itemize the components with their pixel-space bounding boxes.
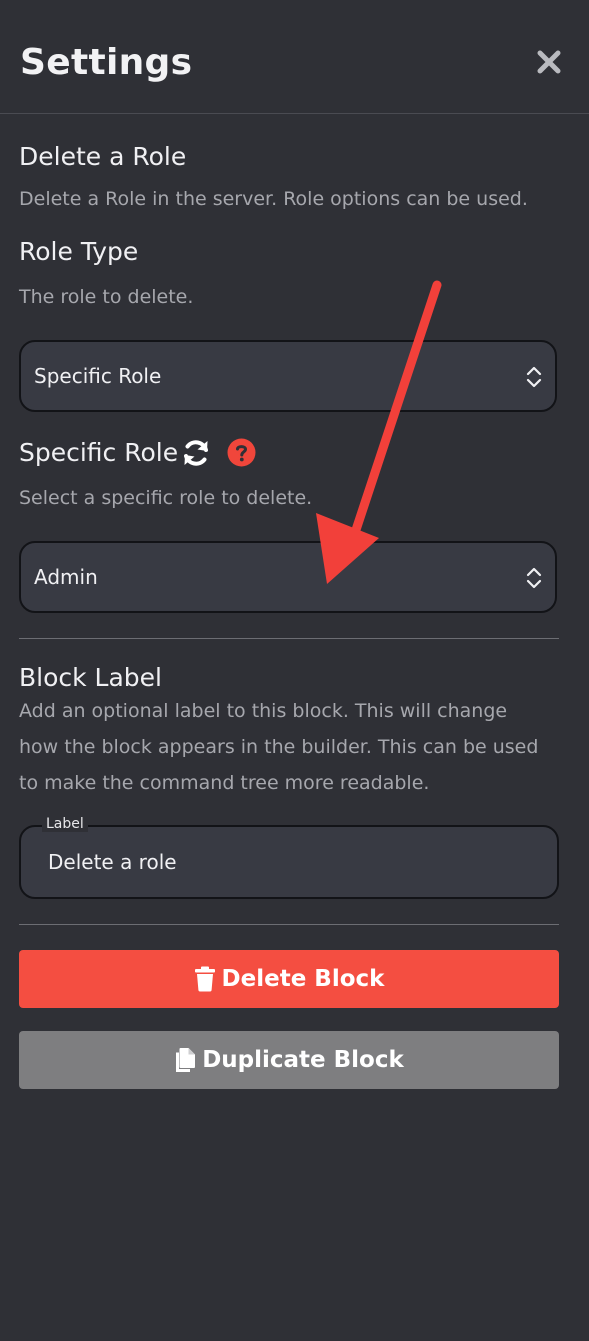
- specific-role-value: Admin: [34, 565, 98, 589]
- question-circle-icon[interactable]: [227, 438, 256, 467]
- block-label-description-line: Add an optional label to this block. Thi…: [19, 700, 508, 722]
- specific-role-title-text: Specific Role: [19, 438, 179, 467]
- refresh-icon[interactable]: [180, 437, 212, 469]
- select-caret-icon: [525, 567, 543, 589]
- panel-title: Settings: [20, 42, 193, 83]
- duplicate-block-label: Duplicate Block: [202, 1047, 404, 1073]
- settings-panel: Settings Delete a Role Delete a Role in …: [0, 0, 589, 1341]
- copy-icon: [176, 1047, 196, 1072]
- label-field-legend: Label: [42, 816, 88, 832]
- block-title: Delete a Role: [19, 142, 187, 171]
- delete-block-button[interactable]: Delete Block: [19, 950, 559, 1008]
- settings-header: Settings: [0, 0, 589, 114]
- label-input[interactable]: [48, 848, 528, 876]
- block-description: Delete a Role in the server. Role option…: [19, 188, 528, 210]
- trash-icon: [194, 966, 215, 992]
- label-field[interactable]: [19, 825, 559, 899]
- role-type-value: Specific Role: [34, 364, 162, 388]
- section-divider: [19, 638, 559, 639]
- close-icon[interactable]: [534, 47, 564, 77]
- block-label-title: Block Label: [19, 663, 163, 692]
- specific-role-select[interactable]: Admin: [19, 541, 557, 613]
- specific-role-title: Specific Role: [19, 438, 178, 467]
- block-label-description-line: how the block appears in the builder. Th…: [19, 736, 539, 758]
- role-type-description: The role to delete.: [19, 286, 194, 308]
- select-caret-icon: [525, 366, 543, 388]
- block-label-description-line: to make the command tree more readable.: [19, 772, 430, 794]
- duplicate-block-button[interactable]: Duplicate Block: [19, 1031, 559, 1089]
- block-label-description: Add an optional label to this block. Thi…: [19, 693, 569, 801]
- section-divider: [19, 924, 559, 925]
- delete-block-label: Delete Block: [221, 966, 385, 992]
- role-type-title: Role Type: [19, 237, 139, 266]
- role-type-select[interactable]: Specific Role: [19, 340, 557, 412]
- specific-role-description: Select a specific role to delete.: [19, 487, 313, 509]
